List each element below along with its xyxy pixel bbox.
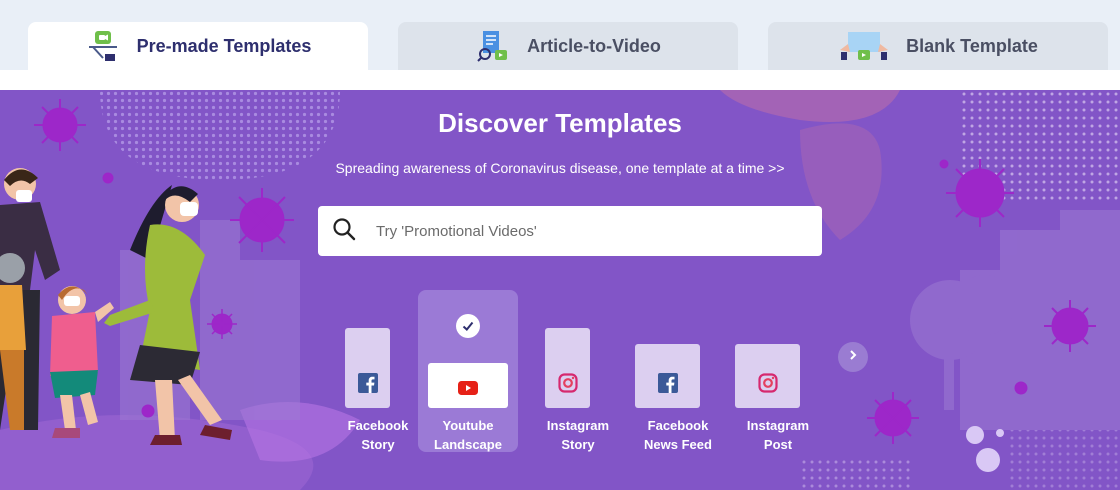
next-formats-button[interactable] xyxy=(838,342,868,372)
format-instagram-post[interactable]: Instagram Post xyxy=(728,290,809,452)
hero-title: Discover Templates xyxy=(438,108,682,138)
youtube-icon xyxy=(458,381,478,400)
format-youtube-landscape[interactable]: Youtube Landscape xyxy=(418,290,518,452)
tab-separator xyxy=(0,70,1120,90)
video-tray-icon xyxy=(85,28,121,64)
format-card xyxy=(735,344,800,408)
tab-article-to-video[interactable]: Article-to-Video xyxy=(398,22,738,70)
search-bar xyxy=(318,206,822,256)
tab-bar: Pre-made Templates Article-to-Video Blan… xyxy=(0,0,1120,70)
chevron-right-icon xyxy=(847,348,859,366)
hero-banner: Discover Templates Spreading awareness o… xyxy=(0,90,1120,490)
instagram-icon xyxy=(757,373,778,398)
format-label: Instagram Post xyxy=(746,418,810,452)
instagram-icon xyxy=(557,373,578,398)
format-card xyxy=(635,344,700,408)
tab-premade-templates[interactable]: Pre-made Templates xyxy=(28,22,368,70)
format-card xyxy=(428,363,508,408)
tab-label: Blank Template xyxy=(906,35,1038,56)
check-icon xyxy=(456,314,480,338)
format-card xyxy=(345,328,390,408)
hero-subtitle[interactable]: Spreading awareness of Coronavirus disea… xyxy=(0,160,1120,176)
format-facebook-news-feed[interactable]: Facebook News Feed xyxy=(628,290,712,452)
tab-label: Pre-made Templates xyxy=(136,35,312,56)
blank-canvas-icon xyxy=(838,28,890,64)
facebook-icon xyxy=(357,373,378,398)
format-card xyxy=(545,328,590,408)
search-input[interactable] xyxy=(374,221,798,241)
search-icon[interactable] xyxy=(332,217,356,246)
format-facebook-story[interactable]: Facebook Story xyxy=(328,290,408,452)
format-instagram-story[interactable]: Instagram Story xyxy=(528,290,609,452)
tab-label: Article-to-Video xyxy=(527,35,661,56)
document-to-video-icon xyxy=(475,28,511,64)
facebook-icon xyxy=(657,373,678,398)
tab-blank-template[interactable]: Blank Template xyxy=(768,22,1108,70)
